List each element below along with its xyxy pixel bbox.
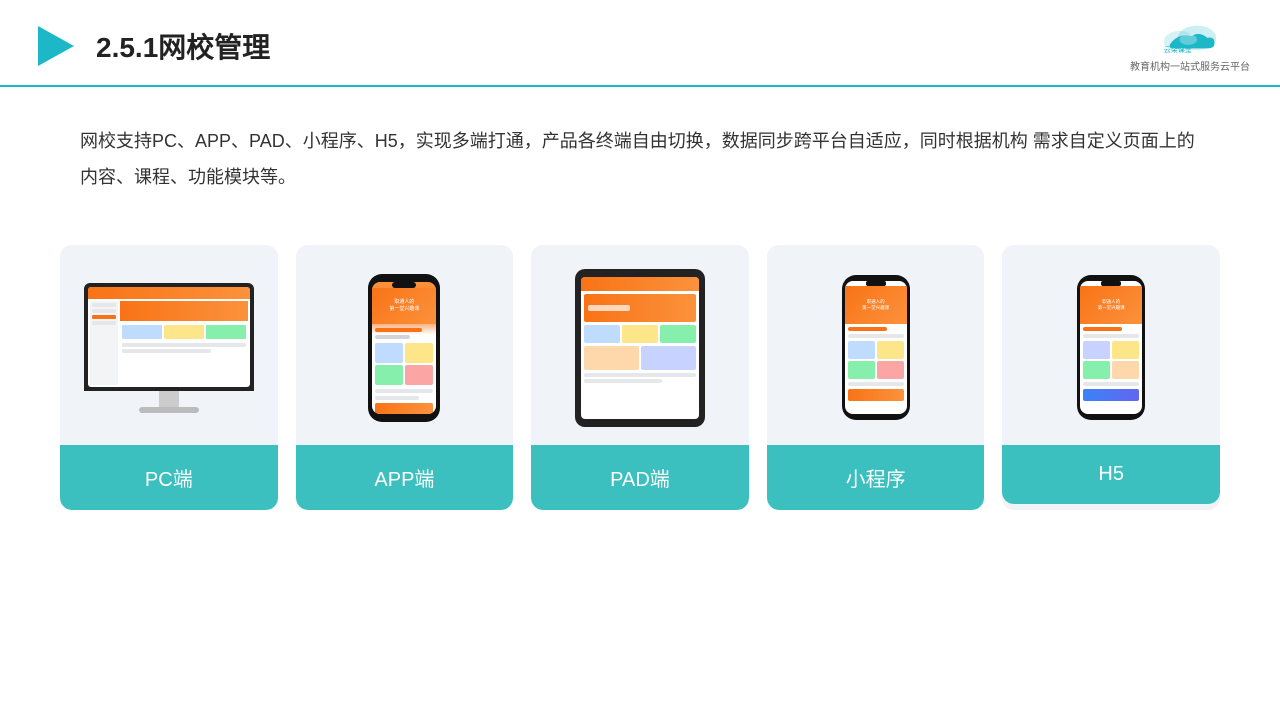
cards-container: PC端 职通人的第一堂兴趣课 bbox=[0, 205, 1280, 510]
card-app: 职通人的第一堂兴趣课 bbox=[296, 245, 514, 510]
card-mini-label: 小程序 bbox=[767, 445, 985, 510]
card-pad: PAD端 bbox=[531, 245, 749, 510]
mini-phone-mockup: 职通人的第一堂兴趣课 bbox=[842, 275, 910, 420]
description-text: 网校支持PC、APP、PAD、小程序、H5，实现多端打通，产品各终端自由切换，数… bbox=[0, 87, 1280, 195]
card-pad-image bbox=[531, 245, 749, 445]
card-app-label: APP端 bbox=[296, 445, 514, 510]
card-h5: 职通人的第一堂兴趣课 bbox=[1002, 245, 1220, 510]
card-app-image: 职通人的第一堂兴趣课 bbox=[296, 245, 514, 445]
cloud-logo-icon: 云朵课堂 bbox=[1155, 18, 1225, 56]
page-title: 2.5.1网校管理 bbox=[96, 26, 270, 66]
card-pc: PC端 bbox=[60, 245, 278, 510]
card-h5-label: H5 bbox=[1002, 445, 1220, 504]
svg-text:云朵课堂: 云朵课堂 bbox=[1164, 45, 1192, 54]
description-content: 网校支持PC、APP、PAD、小程序、H5，实现多端打通，产品各终端自由切换，数… bbox=[80, 131, 1195, 187]
header: 2.5.1网校管理 云朵课堂 教育机构一站式服务云平台 bbox=[0, 0, 1280, 87]
card-pad-label: PAD端 bbox=[531, 445, 749, 510]
card-pc-label: PC端 bbox=[60, 445, 278, 510]
card-pc-image bbox=[60, 245, 278, 445]
tablet-mockup bbox=[575, 269, 705, 427]
play-icon bbox=[30, 22, 78, 70]
card-mini-image: 职通人的第一堂兴趣课 bbox=[767, 245, 985, 445]
phone-mockup-app: 职通人的第一堂兴趣课 bbox=[368, 274, 440, 422]
card-h5-image: 职通人的第一堂兴趣课 bbox=[1002, 245, 1220, 445]
pc-mockup bbox=[84, 283, 254, 413]
card-mini: 职通人的第一堂兴趣课 bbox=[767, 245, 985, 510]
logo-tagline: 教育机构一站式服务云平台 bbox=[1130, 58, 1250, 73]
header-left: 2.5.1网校管理 bbox=[30, 22, 270, 70]
h5-phone-mockup: 职通人的第一堂兴趣课 bbox=[1077, 275, 1145, 420]
logo-area: 云朵课堂 教育机构一站式服务云平台 bbox=[1130, 18, 1250, 73]
